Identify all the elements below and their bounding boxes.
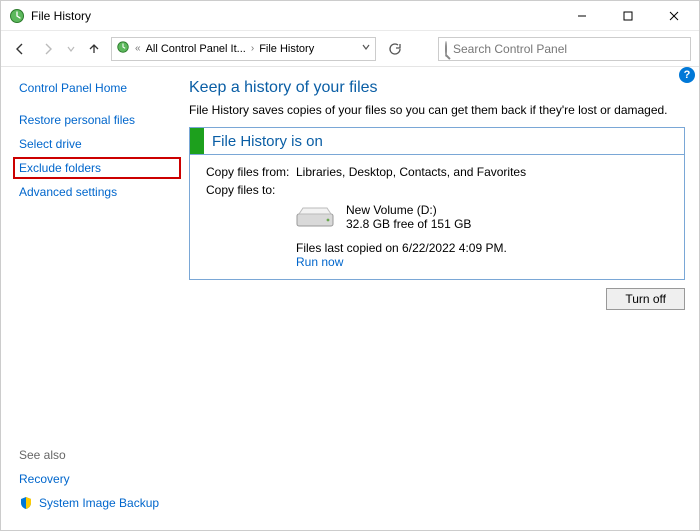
run-now-link[interactable]: Run now	[296, 255, 343, 269]
page-heading: Keep a history of your files	[189, 79, 685, 97]
minimize-button[interactable]	[559, 1, 605, 30]
exclude-folders-link[interactable]: Exclude folders	[19, 161, 175, 175]
back-button[interactable]	[9, 38, 31, 60]
address-bar[interactable]: « All Control Panel It... › File History	[111, 37, 376, 61]
breadcrumb-segment[interactable]: File History	[259, 43, 314, 55]
control-panel-home-link[interactable]: Control Panel Home	[19, 81, 175, 95]
system-image-backup-link[interactable]: System Image Backup	[19, 496, 175, 510]
recovery-link[interactable]: Recovery	[19, 472, 175, 486]
copy-from-label: Copy files from:	[206, 165, 296, 179]
sidebar: Control Panel Home Restore personal file…	[1, 67, 181, 530]
status-title: File History is on	[204, 130, 331, 153]
search-input[interactable]: Search Control Panel	[438, 37, 691, 61]
window-title: File History	[31, 9, 91, 23]
shield-icon	[19, 496, 33, 510]
refresh-button[interactable]	[382, 42, 406, 56]
close-button[interactable]	[651, 1, 697, 30]
help-icon[interactable]: ?	[679, 67, 695, 83]
turn-off-button[interactable]: Turn off	[606, 288, 685, 310]
highlight-box: Exclude folders	[13, 157, 181, 179]
copy-from-value: Libraries, Desktop, Contacts, and Favori…	[296, 165, 526, 179]
forward-button[interactable]	[37, 38, 59, 60]
file-history-icon	[116, 40, 130, 57]
maximize-button[interactable]	[605, 1, 651, 30]
restore-personal-files-link[interactable]: Restore personal files	[19, 113, 175, 127]
recent-dropdown-icon[interactable]	[65, 38, 77, 60]
breadcrumb-prefix: «	[133, 43, 143, 54]
address-dropdown-icon[interactable]	[361, 42, 371, 55]
see-also-label: See also	[19, 448, 175, 462]
copy-to-label: Copy files to:	[206, 183, 296, 197]
breadcrumb-segment[interactable]: All Control Panel It...	[146, 43, 246, 55]
status-box: File History is on Copy files from: Libr…	[189, 127, 685, 280]
window-controls	[559, 1, 697, 30]
select-drive-link[interactable]: Select drive	[19, 137, 175, 151]
titlebar: File History	[1, 1, 699, 31]
search-icon	[445, 42, 447, 56]
drive-name: New Volume (D:)	[346, 203, 471, 217]
advanced-settings-link[interactable]: Advanced settings	[19, 185, 175, 199]
chevron-right-icon: ›	[249, 43, 256, 54]
file-history-icon	[9, 8, 25, 24]
main-content: ? Keep a history of your files File Hist…	[181, 67, 699, 530]
navigation-bar: « All Control Panel It... › File History…	[1, 31, 699, 67]
page-description: File History saves copies of your files …	[189, 103, 685, 117]
up-button[interactable]	[83, 38, 105, 60]
search-placeholder: Search Control Panel	[453, 42, 567, 56]
drive-icon	[296, 205, 334, 229]
status-flag-icon	[190, 128, 204, 154]
drive-free: 32.8 GB free of 151 GB	[346, 217, 471, 231]
last-copied-text: Files last copied on 6/22/2022 4:09 PM.	[296, 241, 672, 255]
system-image-backup-label: System Image Backup	[39, 496, 159, 510]
